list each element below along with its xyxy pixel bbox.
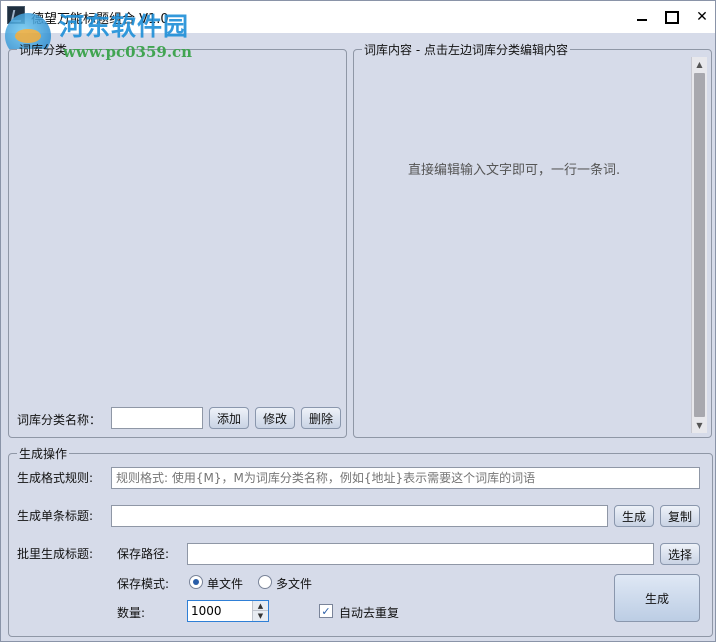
quantity-label: 数量: — [117, 606, 146, 620]
content-hint: 直接编辑输入文字即可，一行一条词. — [408, 163, 621, 178]
copy-button[interactable]: 复制 — [660, 505, 700, 527]
content-scrollbar[interactable]: ▲ ▼ — [691, 57, 707, 433]
mode-multi-radio[interactable] — [258, 575, 272, 589]
quantity-value: 1000 — [191, 604, 222, 618]
scroll-up-icon[interactable]: ▲ — [692, 57, 707, 72]
category-group-title: 词库分类 — [19, 43, 68, 57]
batch-label: 批里生成标题: — [17, 547, 94, 561]
save-path-label: 保存路径: — [117, 547, 170, 561]
batch-generate-button[interactable]: 生成 — [614, 574, 700, 622]
content-group-title: 词库内容 - 点击左边词库分类编辑内容 — [364, 43, 568, 57]
category-group: 词库分类 — [8, 41, 347, 438]
content-textarea[interactable] — [356, 57, 689, 433]
dedupe-checkbox[interactable]: ✓ — [319, 604, 333, 618]
maximize-button[interactable] — [657, 5, 687, 29]
stepper-down-icon[interactable]: ▼ — [253, 611, 268, 621]
rule-input[interactable] — [111, 467, 700, 489]
scroll-thumb[interactable] — [694, 73, 705, 417]
scroll-down-icon[interactable]: ▼ — [692, 418, 707, 433]
generate-group-title: 生成操作 — [19, 447, 68, 461]
quantity-stepper[interactable]: 1000 ▲ ▼ — [187, 600, 269, 622]
single-title-label: 生成单条标题: — [17, 509, 94, 523]
dedupe-label: 自动去重复 — [339, 606, 400, 620]
category-name-input[interactable] — [111, 407, 203, 429]
stepper-up-icon[interactable]: ▲ — [253, 601, 268, 611]
mode-single-label: 单文件 — [207, 577, 244, 591]
mode-single-radio[interactable] — [189, 575, 203, 589]
watermark-name: 河东软件园 — [59, 12, 190, 41]
close-button[interactable] — [687, 5, 716, 29]
save-mode-label: 保存模式: — [117, 577, 170, 591]
edit-category-button[interactable]: 修改 — [255, 407, 295, 429]
rule-label: 生成格式规则: — [17, 471, 94, 485]
add-category-button[interactable]: 添加 — [209, 407, 249, 429]
single-title-input[interactable] — [111, 505, 608, 527]
title-bar: 德望万能标题组合 V1.0 河东软件园 — [1, 1, 716, 59]
mode-multi-label: 多文件 — [276, 577, 313, 591]
delete-category-button[interactable]: 删除 — [301, 407, 341, 429]
watermark-url: www.pc0359.cn — [63, 43, 193, 61]
minimize-button[interactable] — [627, 5, 657, 29]
category-name-label: 词库分类名称： — [17, 413, 102, 427]
app-window: 德望万能标题组合 V1.0 河东软件园 词库分类 www.pc0359.cn 词… — [0, 0, 716, 642]
generate-single-button[interactable]: 生成 — [614, 505, 654, 527]
browse-button[interactable]: 选择 — [660, 543, 700, 565]
save-path-input[interactable] — [187, 543, 654, 565]
